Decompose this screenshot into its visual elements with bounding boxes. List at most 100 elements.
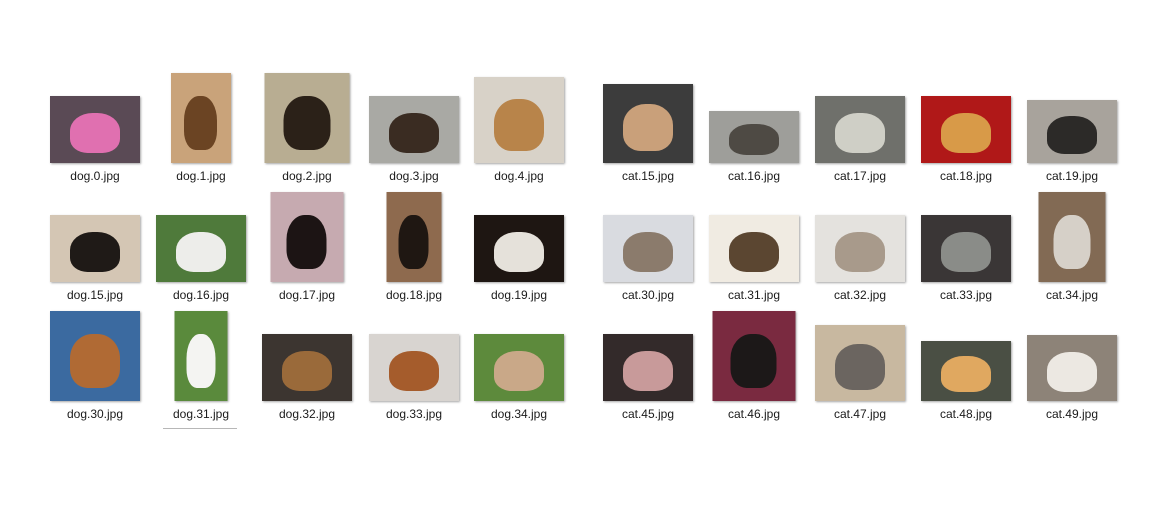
file-item[interactable]: dog.30.jpg	[42, 311, 148, 421]
animal-figure	[729, 124, 779, 155]
animal-figure	[1047, 116, 1097, 154]
file-name-label: dog.4.jpg	[494, 169, 544, 183]
image-thumbnail[interactable]	[1027, 100, 1117, 163]
file-item[interactable]: cat.46.jpg	[701, 311, 807, 421]
image-thumbnail[interactable]	[369, 96, 459, 163]
image-thumbnail[interactable]	[50, 215, 140, 282]
animal-figure	[186, 334, 216, 388]
file-item[interactable]: cat.49.jpg	[1019, 311, 1125, 421]
file-item[interactable]: dog.17.jpg	[254, 192, 360, 302]
animal-figure	[389, 351, 439, 391]
file-name-label: cat.15.jpg	[621, 169, 675, 183]
image-thumbnail[interactable]	[709, 215, 799, 282]
animal-figure	[835, 344, 885, 390]
image-thumbnail[interactable]	[270, 192, 344, 282]
file-name-label: cat.31.jpg	[727, 288, 781, 302]
animal-figure	[283, 96, 331, 150]
file-name-label: dog.15.jpg	[66, 288, 124, 302]
animal-figure	[730, 334, 777, 388]
image-thumbnail[interactable]	[156, 215, 246, 282]
image-thumbnail[interactable]	[386, 192, 442, 282]
file-item[interactable]: cat.19.jpg	[1019, 73, 1125, 183]
image-thumbnail[interactable]	[474, 334, 564, 401]
image-thumbnail[interactable]	[603, 334, 693, 401]
file-item[interactable]: cat.34.jpg	[1019, 192, 1125, 302]
file-item[interactable]: dog.4.jpg	[466, 73, 572, 183]
file-name-label: cat.17.jpg	[833, 169, 887, 183]
file-name-label: cat.33.jpg	[939, 288, 993, 302]
file-item[interactable]: dog.33.jpg	[361, 311, 467, 421]
image-thumbnail[interactable]	[171, 73, 231, 163]
file-name-label: cat.45.jpg	[621, 407, 675, 421]
file-item[interactable]: dog.0.jpg	[42, 73, 148, 183]
image-thumbnail[interactable]	[262, 334, 352, 401]
file-item[interactable]: dog.31.jpg	[148, 311, 254, 421]
animal-figure	[1053, 215, 1091, 269]
file-item[interactable]: cat.32.jpg	[807, 192, 913, 302]
file-item[interactable]: cat.18.jpg	[913, 73, 1019, 183]
image-thumbnail[interactable]	[712, 311, 796, 401]
file-name-label: dog.2.jpg	[282, 169, 332, 183]
animal-figure	[494, 351, 544, 391]
file-item[interactable]: dog.32.jpg	[254, 311, 360, 421]
file-item[interactable]: dog.2.jpg	[254, 73, 360, 183]
file-item[interactable]: dog.3.jpg	[361, 73, 467, 183]
animal-figure	[70, 232, 120, 272]
animal-figure	[176, 232, 226, 272]
file-item[interactable]: dog.15.jpg	[42, 192, 148, 302]
image-thumbnail[interactable]	[709, 111, 799, 163]
file-name-label: cat.30.jpg	[621, 288, 675, 302]
animal-figure	[623, 232, 673, 272]
file-item[interactable]: cat.15.jpg	[595, 73, 701, 183]
animal-figure	[941, 356, 991, 392]
image-thumbnail[interactable]	[921, 341, 1011, 401]
animal-figure	[494, 232, 544, 272]
file-item[interactable]: cat.47.jpg	[807, 311, 913, 421]
divider-line	[163, 428, 237, 429]
file-name-label: dog.16.jpg	[172, 288, 230, 302]
animal-figure	[398, 215, 429, 269]
image-thumbnail[interactable]	[815, 215, 905, 282]
image-thumbnail[interactable]	[815, 325, 905, 401]
file-item[interactable]: dog.18.jpg	[361, 192, 467, 302]
image-thumbnail[interactable]	[1038, 192, 1106, 282]
animal-figure	[494, 99, 544, 151]
file-name-label: dog.17.jpg	[278, 288, 336, 302]
animal-figure	[835, 113, 885, 153]
image-thumbnail[interactable]	[369, 334, 459, 401]
image-thumbnail[interactable]	[474, 215, 564, 282]
file-item[interactable]: dog.19.jpg	[466, 192, 572, 302]
file-item[interactable]: cat.31.jpg	[701, 192, 807, 302]
image-thumbnail[interactable]	[1027, 335, 1117, 401]
file-item[interactable]: cat.30.jpg	[595, 192, 701, 302]
image-thumbnail[interactable]	[50, 96, 140, 163]
file-item[interactable]: cat.33.jpg	[913, 192, 1019, 302]
image-thumbnail[interactable]	[603, 84, 693, 163]
animal-figure	[1047, 352, 1097, 392]
animal-figure	[70, 334, 120, 388]
file-item[interactable]: cat.45.jpg	[595, 311, 701, 421]
image-thumbnail[interactable]	[474, 77, 564, 163]
file-item[interactable]: cat.16.jpg	[701, 73, 807, 183]
animal-figure	[835, 232, 885, 272]
image-thumbnail[interactable]	[921, 96, 1011, 163]
file-name-label: dog.19.jpg	[490, 288, 548, 302]
file-name-label: cat.19.jpg	[1045, 169, 1099, 183]
image-thumbnail[interactable]	[603, 215, 693, 282]
animal-figure	[941, 232, 991, 272]
file-name-label: cat.46.jpg	[727, 407, 781, 421]
image-thumbnail[interactable]	[174, 311, 228, 401]
image-thumbnail[interactable]	[50, 311, 140, 401]
animal-figure	[70, 113, 120, 153]
image-thumbnail[interactable]	[921, 215, 1011, 282]
image-thumbnail[interactable]	[264, 73, 350, 163]
file-item[interactable]: cat.17.jpg	[807, 73, 913, 183]
image-thumbnail[interactable]	[815, 96, 905, 163]
file-item[interactable]: cat.48.jpg	[913, 311, 1019, 421]
file-item[interactable]: dog.34.jpg	[466, 311, 572, 421]
animal-figure	[623, 351, 673, 391]
file-item[interactable]: dog.16.jpg	[148, 192, 254, 302]
file-grid: dog.0.jpg dog.1.jpg dog.2.jpg dog.3.jpg dog.…	[0, 0, 1171, 516]
file-name-label: cat.47.jpg	[833, 407, 887, 421]
file-item[interactable]: dog.1.jpg	[148, 73, 254, 183]
